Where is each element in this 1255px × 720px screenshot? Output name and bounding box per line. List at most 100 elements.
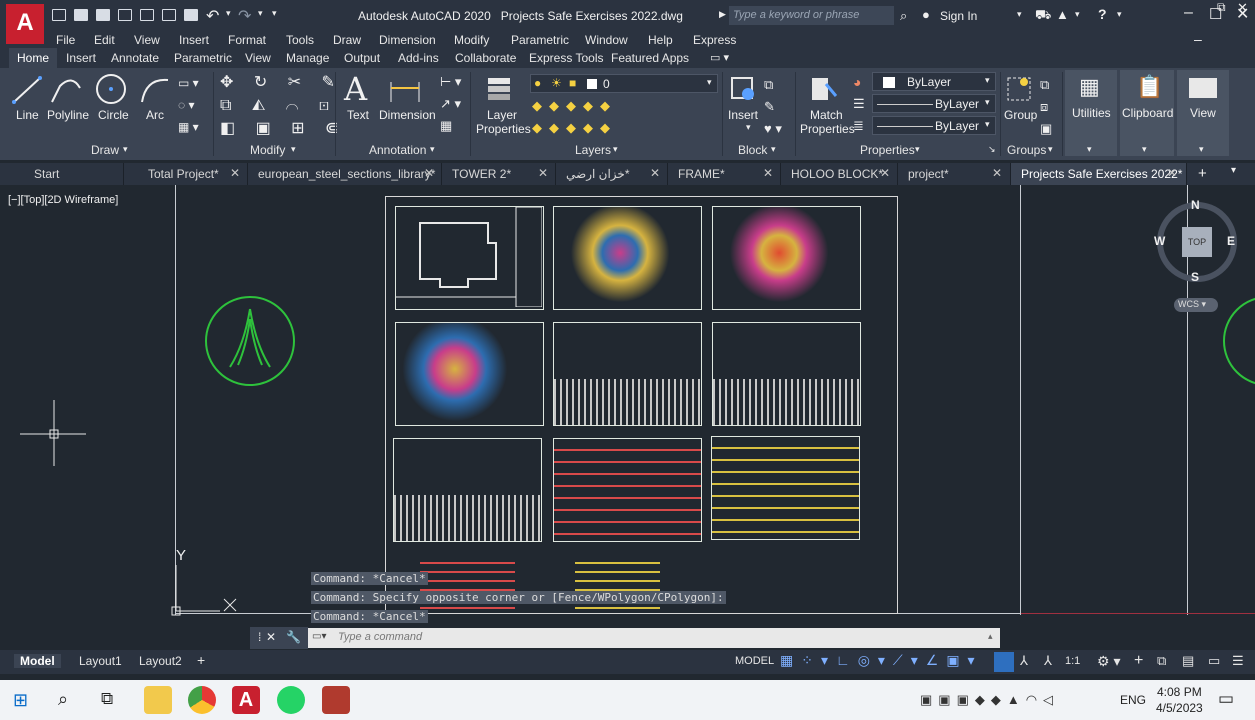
viewcube-west[interactable]: W bbox=[1154, 234, 1165, 248]
clean-screen-icon[interactable]: ▭ bbox=[1208, 653, 1220, 669]
workspace-gear-icon[interactable]: ⚙ ▾ bbox=[1097, 653, 1120, 670]
doc-tab-project[interactable]: project* ✕ bbox=[898, 163, 1011, 185]
viewcube-top-face[interactable]: TOP bbox=[1182, 227, 1212, 257]
new-file-icon[interactable] bbox=[52, 9, 66, 21]
doc-close-icon[interactable]: ✕ bbox=[1237, 0, 1248, 16]
modify-tools-row3[interactable]: ◧ ▣ ⊞ ⋐ bbox=[220, 118, 346, 140]
binoculars-icon[interactable]: ⌕ bbox=[900, 8, 907, 24]
properties-dialog-launcher-icon[interactable]: ↘ bbox=[988, 144, 996, 155]
annotation-visibility-icon[interactable] bbox=[994, 652, 1014, 672]
menu-draw[interactable]: Draw bbox=[333, 33, 361, 47]
save-icon[interactable] bbox=[96, 9, 110, 21]
drawing-sheet[interactable] bbox=[395, 322, 544, 426]
tab-featured-apps[interactable]: Featured Apps bbox=[611, 51, 689, 65]
tab-close-icon[interactable]: ✕ bbox=[880, 166, 890, 180]
drafting-toggles[interactable]: ▦⁘▾∟◎▾⟋▾∠▣▾ bbox=[780, 652, 983, 669]
rectangle-icon[interactable]: ▭ ▾ bbox=[178, 76, 199, 90]
tab-close-icon[interactable]: ✕ bbox=[230, 166, 240, 180]
layer-properties-icon[interactable] bbox=[484, 74, 516, 104]
drawing-viewport[interactable]: [−][Top][2D Wireframe] Y N S E W TOP WCS… bbox=[0, 185, 1255, 650]
drawing-sheet[interactable] bbox=[393, 438, 542, 542]
tab-close-icon[interactable]: ✕ bbox=[424, 166, 434, 180]
chrome-icon[interactable] bbox=[188, 686, 216, 714]
annotation-panel-expand-icon[interactable]: ▾ bbox=[430, 144, 435, 155]
autocad-logo-icon[interactable]: A bbox=[6, 4, 44, 44]
circle-icon[interactable] bbox=[94, 72, 128, 106]
search-icon[interactable]: ⌕ bbox=[58, 689, 68, 710]
help-dropdown-icon[interactable]: ▾ bbox=[1117, 9, 1122, 20]
tab-home[interactable]: Home bbox=[9, 48, 58, 68]
new-tab-icon[interactable]: + bbox=[1198, 165, 1207, 182]
tab-express-tools[interactable]: Express Tools bbox=[529, 51, 603, 65]
groups-panel-label[interactable]: Groups bbox=[1007, 143, 1046, 157]
doc-tab-frame[interactable]: FRAME* ✕ bbox=[668, 163, 781, 185]
save-as-icon[interactable] bbox=[118, 9, 132, 21]
menu-format[interactable]: Format bbox=[228, 33, 266, 47]
block-tools[interactable]: ⧉ ✎ ♥ ▾ bbox=[764, 74, 782, 140]
group-button[interactable]: Group bbox=[1004, 108, 1037, 122]
menu-dimension[interactable]: Dimension bbox=[379, 33, 436, 47]
open-web-icon[interactable] bbox=[140, 9, 154, 21]
modify-tools-row2[interactable]: ⧉ ◭ ⌒ ⊡ bbox=[220, 95, 337, 117]
viewcube-north[interactable]: N bbox=[1191, 198, 1200, 212]
color-dropdown[interactable]: ByLayer ▾ bbox=[872, 72, 996, 91]
layer-tools-row2[interactable]: ◆◆◆◆◆ bbox=[532, 120, 617, 136]
customize-qat-icon[interactable]: ▾ bbox=[272, 8, 277, 19]
layer-tools-row1[interactable]: ◆◆◆◆◆ bbox=[532, 98, 617, 114]
open-file-icon[interactable] bbox=[74, 9, 88, 21]
draw-panel-expand-icon[interactable]: ▾ bbox=[123, 144, 128, 155]
menu-parametric[interactable]: Parametric bbox=[511, 33, 569, 47]
tab-parametric[interactable]: Parametric bbox=[174, 51, 232, 65]
language-indicator[interactable]: ENG bbox=[1120, 693, 1146, 707]
wcs-menu[interactable]: WCS ▾ bbox=[1174, 298, 1218, 312]
autoscale-icon[interactable]: ⅄ bbox=[1044, 653, 1052, 669]
doc-tab-projects-safe-exercises[interactable]: Projects Safe Exercises 2022* ✕ bbox=[1011, 163, 1187, 185]
menu-modify[interactable]: Modify bbox=[454, 33, 489, 47]
command-close-icon[interactable]: ✕ bbox=[266, 630, 276, 644]
tab-close-icon[interactable]: ✕ bbox=[992, 166, 1002, 180]
layer-properties-label-2[interactable]: Properties bbox=[476, 122, 531, 136]
doc-tab-holoo-block[interactable]: HOLOO BLOCK* ✕ bbox=[781, 163, 898, 185]
plot-icon[interactable] bbox=[162, 9, 176, 21]
insert-block-icon[interactable] bbox=[728, 74, 758, 104]
menu-edit[interactable]: Edit bbox=[94, 33, 115, 47]
circle-button[interactable]: Circle bbox=[98, 108, 129, 122]
dimension-icon[interactable] bbox=[387, 76, 423, 104]
clock-time[interactable]: 4:08 PM bbox=[1157, 685, 1202, 699]
tab-close-icon[interactable]: ✕ bbox=[1167, 166, 1177, 180]
modify-panel-label[interactable]: Modify bbox=[250, 143, 285, 157]
line-icon[interactable] bbox=[10, 74, 46, 106]
viewport-controls-label[interactable]: [−][Top][2D Wireframe] bbox=[8, 194, 118, 206]
view-button[interactable]: View ▾ bbox=[1177, 70, 1229, 156]
tab-add-ins[interactable]: Add-ins bbox=[398, 51, 439, 65]
windows-start-icon[interactable]: ⊞ bbox=[13, 690, 28, 711]
customization-icon[interactable]: ☰ bbox=[1232, 653, 1244, 669]
drawing-sheet[interactable] bbox=[711, 436, 860, 540]
undo-dropdown-icon[interactable]: ▾ bbox=[226, 8, 231, 19]
system-tray-icons[interactable]: ▣▣▣◆◆▲◠◁ bbox=[920, 692, 1059, 708]
menu-express[interactable]: Express bbox=[693, 33, 736, 47]
drawing-sheet[interactable] bbox=[553, 438, 702, 542]
layout-tab-layout2[interactable]: Layout2 bbox=[139, 654, 182, 668]
line-button[interactable]: Line bbox=[16, 108, 39, 122]
undo-icon[interactable]: ↶ bbox=[206, 6, 219, 26]
autocad-taskbar-icon[interactable]: A bbox=[232, 686, 260, 714]
annotation-scale-value[interactable]: 1:1 bbox=[1065, 655, 1080, 667]
layout-tab-layout1[interactable]: Layout1 bbox=[79, 654, 122, 668]
arc-icon[interactable] bbox=[138, 74, 172, 106]
sign-in-link[interactable]: Sign In bbox=[940, 9, 977, 23]
tab-annotate[interactable]: Annotate bbox=[111, 51, 159, 65]
text-button[interactable]: Text bbox=[347, 108, 369, 122]
quick-properties-icon[interactable]: ▤ bbox=[1182, 653, 1194, 669]
properties-panel-expand-icon[interactable]: ▾ bbox=[915, 144, 920, 155]
doc-tab-ground-tank[interactable]: خزان ارضي* ✕ bbox=[556, 163, 668, 185]
task-view-icon[interactable]: ⧉ bbox=[101, 689, 113, 709]
a360-icon[interactable]: ▲ bbox=[1056, 7, 1069, 22]
lineweight-dropdown[interactable]: ByLayer ▾ bbox=[872, 116, 996, 135]
tab-collaborate[interactable]: Collaborate bbox=[455, 51, 516, 65]
group-tools[interactable]: ⧉ ⧈ ▣ bbox=[1040, 74, 1052, 140]
menu-help[interactable]: Help bbox=[648, 33, 673, 47]
insert-dropdown-icon[interactable]: ▾ bbox=[746, 122, 751, 133]
groups-panel-expand-icon[interactable]: ▾ bbox=[1048, 144, 1053, 155]
sign-in-dropdown-icon[interactable]: ▾ bbox=[1017, 9, 1022, 20]
